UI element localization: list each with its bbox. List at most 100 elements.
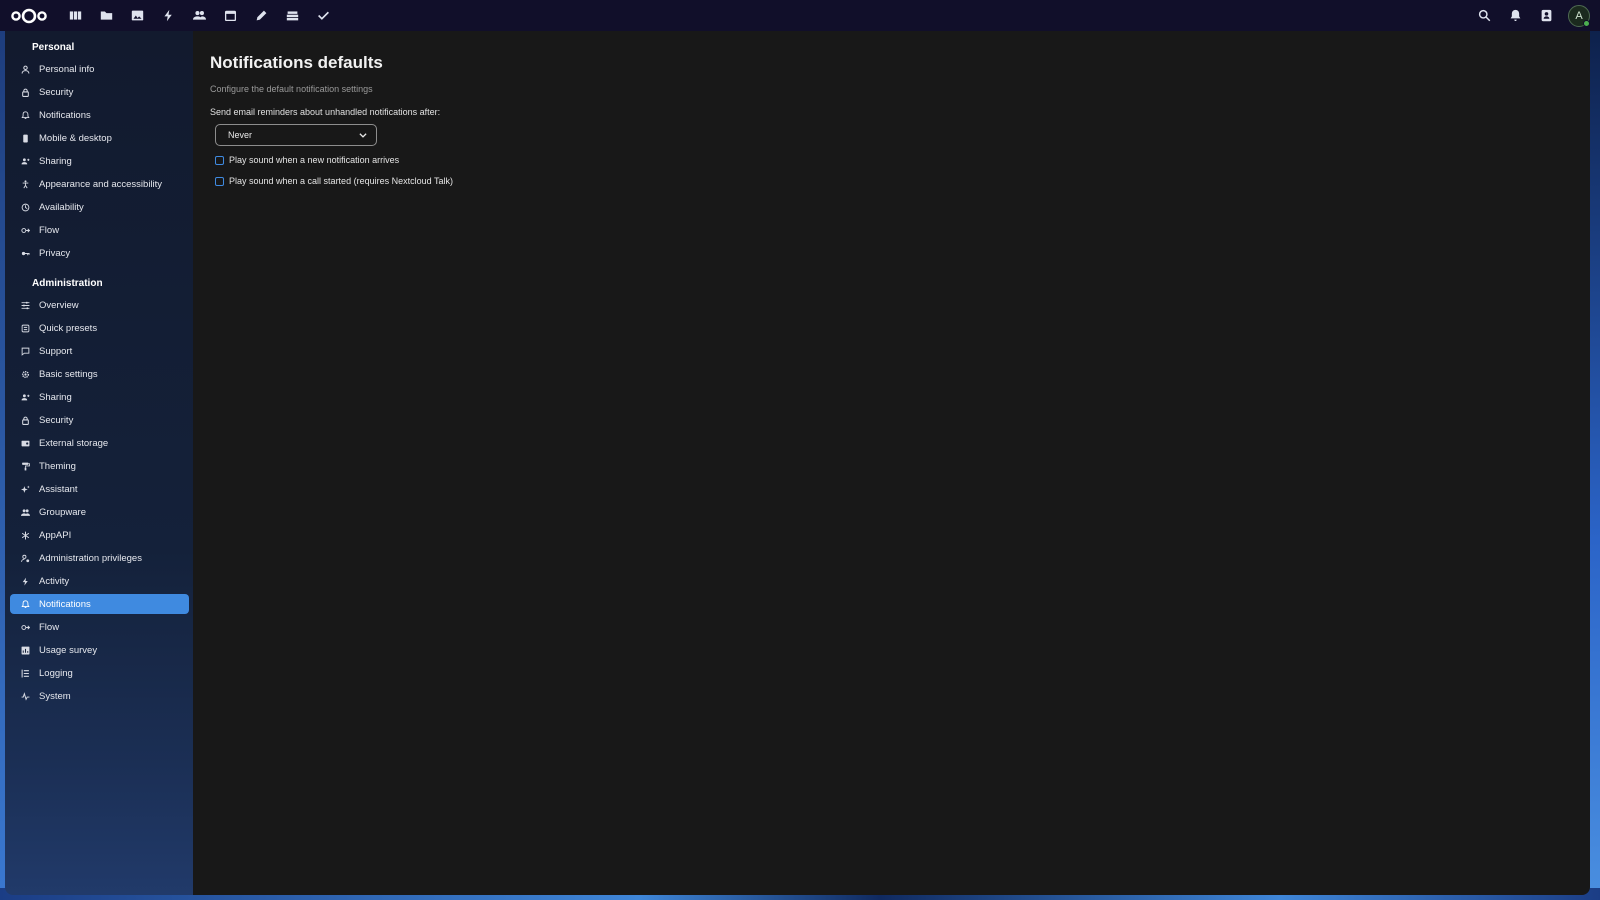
clock-icon — [19, 201, 31, 213]
sidebar-item-activity[interactable]: Activity — [10, 571, 189, 591]
accessibility-icon — [19, 178, 31, 190]
sidebar-item-label: Security — [39, 86, 74, 98]
search-icon[interactable] — [1469, 0, 1500, 31]
sidebar-item-label: AppAPI — [39, 529, 72, 541]
sidebar-item-label: Notifications — [39, 109, 91, 121]
sidebar-item-label: Administration privileges — [39, 552, 142, 564]
tune-icon — [19, 299, 31, 311]
email-reminder-select-value: Never — [228, 130, 253, 140]
app-menu — [60, 0, 339, 31]
sound-notification-option[interactable]: Play sound when a new notification arriv… — [215, 153, 1590, 167]
sidebar-item-label: Flow — [39, 224, 60, 236]
sidebar-item-label: External storage — [39, 437, 109, 449]
account-icon — [19, 63, 31, 75]
sidebar-item-overview[interactable]: Overview — [10, 295, 189, 315]
sidebar-item-logging[interactable]: Logging — [10, 663, 189, 683]
sidebar-item-mobile-desktop[interactable]: Mobile & desktop — [10, 128, 189, 148]
header-right: A — [1469, 0, 1590, 31]
email-reminder-select[interactable]: Never — [215, 124, 377, 146]
flow-icon — [19, 621, 31, 633]
sound-call-checkbox[interactable] — [215, 176, 224, 186]
sidebar-item-label: Activity — [39, 575, 70, 587]
sidebar-item-admin-security[interactable]: Security — [10, 410, 189, 430]
settings-content: Notifications defaults Configure the def… — [193, 31, 1590, 895]
background-streak-right — [1590, 0, 1600, 900]
sound-notification-label: Play sound when a new notification arriv… — [229, 155, 400, 165]
files-icon[interactable] — [91, 0, 122, 31]
sidebar-item-label: System — [39, 690, 71, 702]
sidebar-item-external-storage[interactable]: External storage — [10, 433, 189, 453]
sidebar-item-sharing[interactable]: Sharing — [10, 151, 189, 171]
lightning-icon — [19, 575, 31, 587]
settings-sidebar: Personal Personal info Security Notifica… — [5, 31, 193, 895]
lock-icon — [19, 414, 31, 426]
sidebar-item-theming[interactable]: Theming — [10, 456, 189, 476]
sidebar-item-label: Sharing — [39, 155, 72, 167]
sidebar-item-label: Mobile & desktop — [39, 132, 112, 144]
section-caption-personal: Personal — [32, 42, 75, 53]
admin-user-icon — [19, 552, 31, 564]
chart-icon — [19, 644, 31, 656]
top-header: A — [0, 0, 1600, 31]
sidebar-item-label: Availability — [39, 201, 84, 213]
contacts-icon[interactable] — [184, 0, 215, 31]
nextcloud-logo[interactable] — [6, 0, 52, 31]
avatar-letter: A — [1575, 9, 1583, 22]
sidebar-item-privacy[interactable]: Privacy — [10, 243, 189, 263]
paint-roller-icon — [19, 460, 31, 472]
sidebar-item-availability[interactable]: Availability — [10, 197, 189, 217]
list-icon — [19, 667, 31, 679]
sidebar-item-label: Appearance and accessibility — [39, 178, 163, 190]
sidebar-item-label: Notifications — [39, 598, 91, 610]
avatar[interactable]: A — [1568, 4, 1590, 27]
sidebar-item-label: Usage survey — [39, 644, 98, 656]
sidebar-item-label: Groupware — [39, 506, 86, 518]
sidebar-item-label: Logging — [39, 667, 73, 679]
calendar-icon[interactable] — [215, 0, 246, 31]
sidebar-item-security[interactable]: Security — [10, 82, 189, 102]
notifications-bell-icon[interactable] — [1500, 0, 1531, 31]
sidebar-item-usage-survey[interactable]: Usage survey — [10, 640, 189, 660]
sidebar-item-admin-flow[interactable]: Flow — [10, 617, 189, 637]
page-title: Notifications defaults — [210, 53, 383, 72]
notes-icon[interactable] — [246, 0, 277, 31]
activity-icon[interactable] — [153, 0, 184, 31]
share-users-icon — [19, 391, 31, 403]
sidebar-item-label: Security — [39, 414, 74, 426]
contacts-menu-icon[interactable] — [1531, 0, 1562, 31]
deck-icon[interactable] — [277, 0, 308, 31]
sidebar-item-appapi[interactable]: AppAPI — [10, 525, 189, 545]
sidebar-item-label: Personal info — [39, 63, 95, 75]
dashboard-icon[interactable] — [60, 0, 91, 31]
sidebar-item-notifications[interactable]: Notifications — [10, 105, 189, 125]
sidebar-item-administration-privileges[interactable]: Administration privileges — [10, 548, 189, 568]
sidebar-item-basic-settings[interactable]: Basic settings — [10, 364, 189, 384]
sidebar-item-groupware[interactable]: Groupware — [10, 502, 189, 522]
sidebar-item-admin-notifications[interactable]: Notifications — [10, 594, 189, 614]
sidebar-item-label: Support — [39, 345, 73, 357]
sidebar-item-appearance[interactable]: Appearance and accessibility — [10, 174, 189, 194]
key-icon — [19, 247, 31, 259]
sidebar-item-support[interactable]: Support — [10, 341, 189, 361]
sound-call-option[interactable]: Play sound when a call started (requires… — [215, 174, 1590, 188]
share-users-icon — [19, 155, 31, 167]
page-subtitle: Configure the default notification setti… — [210, 84, 373, 94]
sidebar-item-system[interactable]: System — [10, 686, 189, 706]
sidebar-item-flow[interactable]: Flow — [10, 220, 189, 240]
sound-call-label: Play sound when a call started (requires… — [229, 176, 453, 186]
sidebar-item-label: Basic settings — [39, 368, 98, 380]
photos-icon[interactable] — [122, 0, 153, 31]
sidebar-item-label: Assistant — [39, 483, 78, 495]
sidebar-item-label: Quick presets — [39, 322, 98, 334]
pulse-icon — [19, 690, 31, 702]
sidebar-item-label: Overview — [39, 299, 79, 311]
section-caption-administration: Administration — [32, 278, 103, 289]
tasks-icon[interactable] — [308, 0, 339, 31]
sidebar-item-personal-info[interactable]: Personal info — [10, 59, 189, 79]
sidebar-item-assistant[interactable]: Assistant — [10, 479, 189, 499]
status-dot — [1583, 19, 1590, 27]
sidebar-item-admin-sharing[interactable]: Sharing — [10, 387, 189, 407]
sound-notification-checkbox[interactable] — [215, 155, 224, 165]
sidebar-item-quick-presets[interactable]: Quick presets — [10, 318, 189, 338]
bell-icon — [19, 109, 31, 121]
